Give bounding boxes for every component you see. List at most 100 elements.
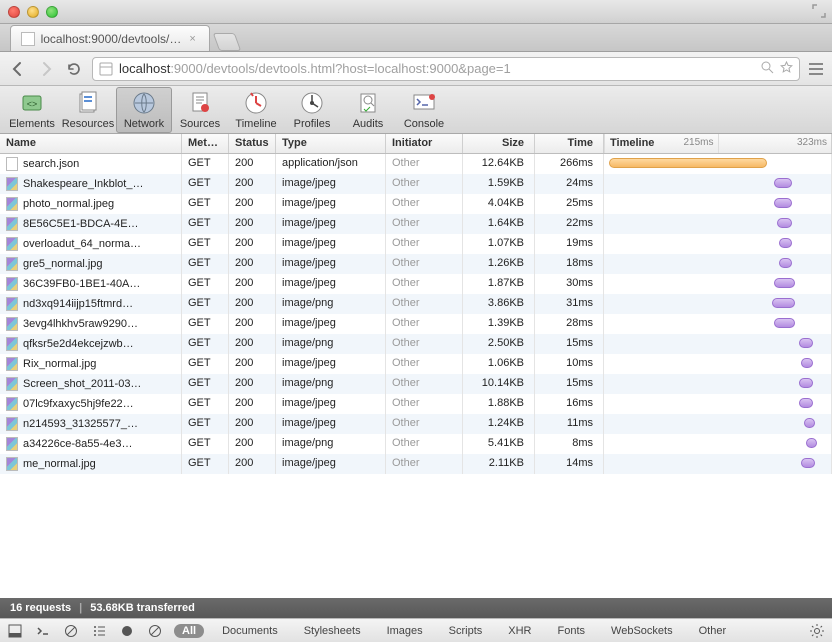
network-table[interactable]: search.jsonGET200application/jsonOther12…	[0, 154, 832, 602]
stop-icon[interactable]	[146, 622, 164, 640]
filter-fonts[interactable]: Fonts	[550, 624, 594, 638]
window-zoom-icon[interactable]	[46, 6, 58, 18]
cell-type: image/jpeg	[276, 354, 386, 374]
col-method[interactable]: Met…	[182, 134, 229, 153]
file-icon	[6, 157, 18, 171]
devtab-profiles[interactable]: Profiles	[284, 87, 340, 133]
cell-time: 28ms	[535, 314, 604, 334]
tab-close-icon[interactable]: ×	[189, 34, 199, 44]
cell-status: 200	[229, 234, 276, 254]
cell-initiator: Other	[386, 234, 463, 254]
cell-size: 2.50KB	[463, 334, 535, 354]
window-close-icon[interactable]	[8, 6, 20, 18]
filter-other[interactable]: Other	[691, 624, 735, 638]
cell-timeline	[604, 214, 832, 234]
filter-all[interactable]: All	[174, 624, 204, 638]
devtab-timeline[interactable]: Timeline	[228, 87, 284, 133]
devtab-network[interactable]: Network	[116, 87, 172, 133]
table-row[interactable]: me_normal.jpgGET200image/jpegOther2.11KB…	[0, 454, 832, 474]
cell-method: GET	[182, 414, 229, 434]
filter-xhr[interactable]: XHR	[500, 624, 539, 638]
filter-documents[interactable]: Documents	[214, 624, 286, 638]
cell-status: 200	[229, 294, 276, 314]
file-icon	[6, 397, 18, 411]
back-button[interactable]	[8, 59, 28, 79]
record-icon[interactable]	[118, 622, 136, 640]
col-initiator[interactable]: Initiator	[386, 134, 463, 153]
cell-time: 18ms	[535, 254, 604, 274]
devtab-resources[interactable]: Resources	[60, 87, 116, 133]
devtab-elements[interactable]: <>Elements	[4, 87, 60, 133]
table-row[interactable]: Rix_normal.jpgGET200image/jpegOther1.06K…	[0, 354, 832, 374]
filter-bar: All Documents Stylesheets Images Scripts XHR F…	[0, 618, 832, 642]
col-type[interactable]: Type	[276, 134, 386, 153]
file-icon	[6, 377, 18, 391]
cell-status: 200	[229, 434, 276, 454]
forward-button[interactable]	[36, 59, 56, 79]
cell-time: 30ms	[535, 274, 604, 294]
url-text: localhost:9000/devtools/devtools.html?ho…	[119, 61, 511, 76]
cell-timeline	[604, 394, 832, 414]
settings-icon[interactable]	[808, 622, 826, 640]
console-icon[interactable]	[34, 622, 52, 640]
cell-time: 16ms	[535, 394, 604, 414]
cell-time: 14ms	[535, 454, 604, 474]
col-status[interactable]: Status	[229, 134, 276, 153]
clear-icon[interactable]	[62, 622, 80, 640]
svg-text:<>: <>	[27, 99, 38, 109]
cell-type: image/jpeg	[276, 314, 386, 334]
cell-method: GET	[182, 394, 229, 414]
address-bar[interactable]: localhost:9000/devtools/devtools.html?ho…	[92, 57, 800, 81]
filter-scripts[interactable]: Scripts	[441, 624, 491, 638]
cell-timeline	[604, 174, 832, 194]
table-row[interactable]: 8E56C5E1-BDCA-4E…GET200image/jpegOther1.…	[0, 214, 832, 234]
table-row[interactable]: photo_normal.jpegGET200image/jpegOther4.…	[0, 194, 832, 214]
cell-size: 1.24KB	[463, 414, 535, 434]
cell-type: image/jpeg	[276, 394, 386, 414]
cell-size: 12.64KB	[463, 154, 535, 174]
filter-stylesheets[interactable]: Stylesheets	[296, 624, 369, 638]
status-transferred: 53.68KB transferred	[90, 602, 195, 614]
cell-timeline	[604, 334, 832, 354]
filter-websockets[interactable]: WebSockets	[603, 624, 681, 638]
table-row[interactable]: overloadut_64_norma…GET200image/jpegOthe…	[0, 234, 832, 254]
table-row[interactable]: nd3xq914iijp15ftmrd…GET200image/pngOther…	[0, 294, 832, 314]
table-row[interactable]: qfksr5e2d4ekcejzwb…GET200image/pngOther2…	[0, 334, 832, 354]
browser-toolbar: localhost:9000/devtools/devtools.html?ho…	[0, 52, 832, 86]
cell-initiator: Other	[386, 214, 463, 234]
table-row[interactable]: Screen_shot_2011-03…GET200image/pngOther…	[0, 374, 832, 394]
col-name[interactable]: Name	[0, 134, 182, 153]
list-icon[interactable]	[90, 622, 108, 640]
cell-type: image/png	[276, 434, 386, 454]
menu-icon[interactable]	[808, 62, 824, 76]
timeline-mark: 215ms	[604, 134, 718, 153]
table-row[interactable]: a34226ce-8a55-4e3…GET200image/pngOther5.…	[0, 434, 832, 454]
table-row[interactable]: search.jsonGET200application/jsonOther12…	[0, 154, 832, 174]
table-row[interactable]: Shakespeare_Inkblot_…GET200image/jpegOth…	[0, 174, 832, 194]
col-time[interactable]: Time	[535, 134, 604, 153]
file-icon	[6, 457, 18, 471]
dock-icon[interactable]	[6, 622, 24, 640]
table-row[interactable]: 36C39FB0-1BE1-40A…GET200image/jpegOther1…	[0, 274, 832, 294]
devtab-audits[interactable]: Audits	[340, 87, 396, 133]
devtab-sources[interactable]: Sources	[172, 87, 228, 133]
table-row[interactable]: 07lc9fxaxyc5hj9fe22…GET200image/jpegOthe…	[0, 394, 832, 414]
cell-timeline	[604, 234, 832, 254]
filter-images[interactable]: Images	[379, 624, 431, 638]
table-row[interactable]: 3evg4lhkhv5raw9290…GET200image/jpegOther…	[0, 314, 832, 334]
table-row[interactable]: n214593_31325577_…GET200image/jpegOther1…	[0, 414, 832, 434]
devtab-console[interactable]: Console	[396, 87, 452, 133]
cell-method: GET	[182, 214, 229, 234]
col-timeline[interactable]: Timeline 323ms215ms	[604, 134, 832, 153]
browser-tab[interactable]: localhost:9000/devtools/dev ×	[10, 25, 210, 51]
star-icon[interactable]	[780, 61, 793, 77]
col-size[interactable]: Size	[463, 134, 535, 153]
reload-button[interactable]	[64, 59, 84, 79]
window-minimize-icon[interactable]	[27, 6, 39, 18]
sources-icon	[186, 89, 214, 117]
file-icon	[6, 237, 18, 251]
table-row[interactable]: gre5_normal.jpgGET200image/jpegOther1.26…	[0, 254, 832, 274]
new-tab-button[interactable]	[213, 33, 242, 51]
window-expand-icon[interactable]	[812, 4, 826, 18]
search-icon[interactable]	[761, 61, 774, 77]
